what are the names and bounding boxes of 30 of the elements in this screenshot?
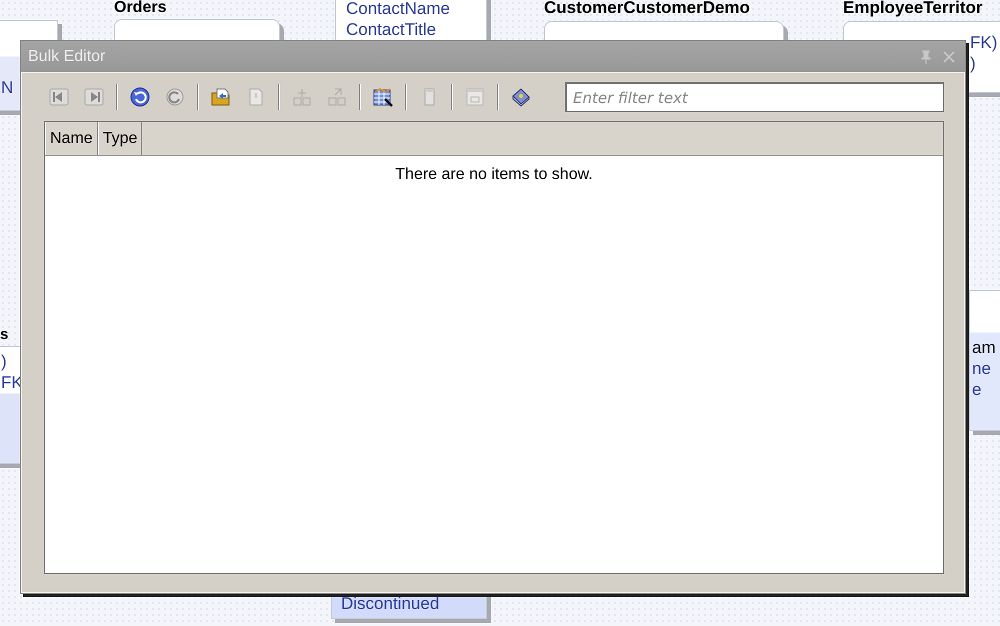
undo-icon (130, 87, 150, 107)
empty-message: There are no items to show. (394, 166, 594, 184)
entity-field: ) (970, 53, 976, 74)
filter-field[interactable]: Enter filter text (565, 82, 944, 112)
split-icon (292, 87, 312, 107)
entity-title: CustomerCustomerDemo (544, 0, 751, 18)
step-back-icon (49, 87, 69, 107)
entity-title: EmployeeTerritor (843, 0, 984, 18)
column-header[interactable]: Type (98, 122, 142, 155)
book-icon (511, 87, 531, 107)
folder-icon (211, 87, 231, 107)
entity-field: ContactName (346, 0, 450, 19)
table-icon (373, 87, 393, 107)
entity-field: ) (1, 351, 7, 372)
entity-title: s (0, 326, 10, 343)
entity-field: ne (972, 358, 991, 379)
entity-title: Orders (114, 0, 168, 16)
entity-field: e (972, 379, 982, 400)
panel-icon (465, 87, 485, 107)
close-icon[interactable] (943, 50, 955, 62)
pin-icon[interactable] (921, 50, 931, 64)
entity-field: N (1, 77, 14, 98)
merge-icon (327, 87, 347, 107)
entity-field: FK) (970, 32, 998, 53)
entity-field: Discontinued (341, 593, 440, 614)
column-header[interactable]: Name (45, 122, 98, 155)
entity-field: am (972, 337, 996, 358)
step-forward-icon (84, 87, 104, 107)
window-title: Bulk Editor (28, 48, 106, 66)
entity-field: ContactTitle (346, 19, 436, 40)
